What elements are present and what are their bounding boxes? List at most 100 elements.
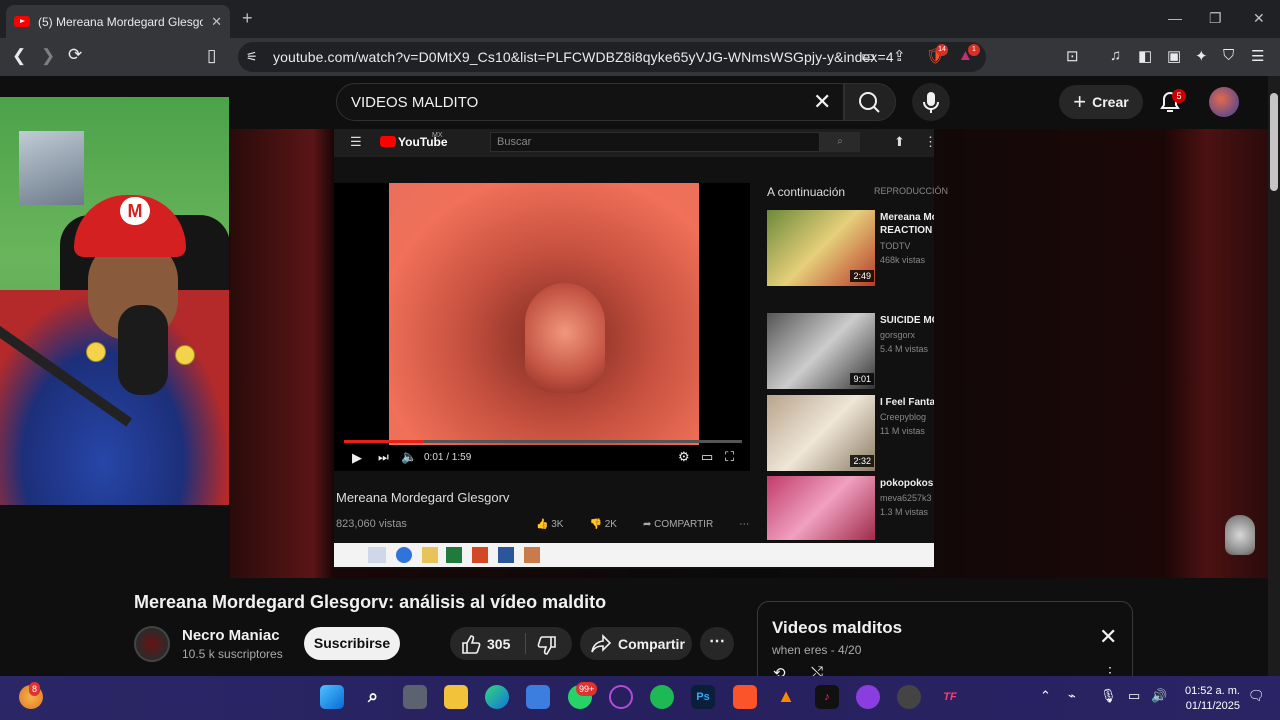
embedded-recommendation: 2:49 Mereana Mo REACTION - I TODTV 468k … [767,210,934,286]
embedded-play-icon: ▶ [352,450,362,465]
more-actions-button[interactable]: ⋯ [700,627,734,660]
clock-date: 01/11/2025 [1185,700,1240,712]
network-icon[interactable]: ⌁ [1068,688,1076,704]
recommendation-views: 468k vistas [880,255,926,265]
reload-icon[interactable]: ⟳ [68,45,82,65]
new-tab-icon[interactable]: + [242,8,253,29]
forward-icon[interactable]: ❯ [41,46,55,66]
embedded-autoplay: REPRODUCCIÓN [874,186,949,196]
video-title: Mereana Mordegard Glesgorv: análisis al … [134,592,607,612]
notification-center-icon[interactable]: 🗨 [1248,688,1265,704]
recommendation-title: Mereana Mo [880,212,934,223]
cast-icon[interactable]: ▭ [861,47,875,65]
embedded-upload-icon: ⬆ [894,134,905,149]
embedded-settings-icon: ⚙ [678,449,690,464]
recommendation-channel: gorsgorx [880,330,916,340]
webcam-overlay: M [0,97,229,505]
recommendation-views: 11 M vistas [880,426,925,436]
store-icon[interactable] [526,685,550,709]
tab-close-icon[interactable]: ✕ [211,14,222,30]
file-explorer-icon[interactable] [444,685,468,709]
tray-overflow-icon[interactable]: ⌃ [1040,688,1051,704]
close-window-icon[interactable]: ✕ [1253,10,1265,27]
webcam-overall-button [175,345,195,365]
volume-icon[interactable]: 🔊 [1151,688,1167,704]
embedded-next-icon: ⏭ [378,450,389,464]
taskbar-search-icon[interactable]: ⌕ [361,685,385,709]
recommendation-title: I Feel Fantas [880,397,934,408]
create-button[interactable]: + Crear [1059,85,1143,119]
like-count: 305 [487,636,511,652]
search-button[interactable] [844,83,896,121]
sidebar-icon[interactable]: ◧ [1138,47,1152,65]
dislike-button[interactable] [536,635,558,662]
browser-tab-active[interactable]: (5) Mereana Mordegard Glesgorv ✕ [6,5,230,38]
task-view-icon[interactable] [403,685,427,709]
clear-search-icon[interactable]: ✕ [813,89,831,115]
playlist-close-icon[interactable]: ✕ [1099,624,1117,650]
embedded-apps-icon: ⋮ [924,134,937,149]
clock-time: 01:52 a. m. [1184,685,1240,697]
recommendation-views: 1.3 M vistas [880,507,929,517]
playlist-subtitle: when eres - 4/20 [772,643,862,657]
leo-ai-icon[interactable]: ✦ [1195,47,1208,65]
browser-menu-icon[interactable]: ☰ [1251,47,1264,65]
plus-icon: + [1073,89,1087,114]
bookmark-icon[interactable]: ▯ [207,46,216,66]
taskbar-clock[interactable]: 01:52 a. m. 01/11/2025 [1176,684,1240,714]
display-icon[interactable]: ▭ [1128,688,1140,704]
windows-start-icon[interactable] [320,685,344,709]
channel-avatar[interactable] [134,626,170,662]
reader-mode-icon[interactable]: ⊡ [1066,47,1079,65]
share-label: Compartir [618,636,685,652]
embedded-progress-fill [344,440,424,443]
recommendation-duration: 2:32 [850,455,874,467]
edge-icon[interactable] [485,685,509,709]
search-icon [859,92,880,113]
photoshop-icon[interactable]: Ps [691,685,715,709]
thumbs-down-icon [537,636,556,655]
scrollbar-thumb[interactable] [1270,93,1278,191]
media-icon[interactable]: ♫ [1110,47,1121,64]
create-label: Crear [1092,94,1129,110]
windows-taskbar [0,676,1280,720]
wallet-icon[interactable]: ▣ [1167,47,1181,65]
channel-name[interactable]: Necro Maniac [182,627,280,644]
brave-rewards-badge: 1 [968,44,980,56]
recommendation-title-line2: REACTION - I [880,225,934,236]
recommendation-channel: Creepyblog [880,412,927,422]
tiktok-icon[interactable]: ♪ [815,685,839,709]
embedded-up-next: A continuación [767,185,846,199]
tray-mic-icon[interactable]: 🎙 [1100,688,1117,704]
embedded-menu-icon: ☰ [350,134,362,149]
embedded-word-icon [498,547,514,563]
site-info-icon[interactable]: ⚟ [246,49,258,65]
tf-app-icon[interactable]: TF [938,685,962,709]
embedded-powerpoint-icon [472,547,488,563]
vpn-icon[interactable]: ⛉ [1223,47,1234,64]
embedded-youtube-logo-icon [380,136,396,147]
microphone-icon [923,92,939,113]
like-button[interactable] [460,633,482,660]
weather-badge: 8 [29,682,41,696]
minimize-icon[interactable]: — [1168,10,1182,26]
embedded-recommendation: 9:01 SUICIDE MOU gorsgorx 5.4 M vistas [767,313,934,389]
share-page-icon[interactable]: ⇪ [893,47,906,65]
back-icon[interactable]: ❮ [12,46,26,66]
webcam-cap-emblem: M [120,197,150,225]
obs-icon[interactable] [897,685,921,709]
opera-gx-icon[interactable] [609,685,633,709]
account-avatar[interactable] [1209,87,1239,117]
spotify-icon[interactable] [650,685,674,709]
vlc-icon[interactable]: ▲ [774,685,798,709]
embedded-chrome-icon [368,547,386,563]
brave-icon[interactable] [733,685,757,709]
subscribe-button[interactable]: Suscribirse [304,627,400,660]
maximize-icon[interactable]: ❐ [1209,10,1222,27]
playlist-title[interactable]: Videos malditos [772,618,902,638]
recommendation-title: pokopokosho [880,478,934,489]
like-divider [525,633,526,654]
cursed-face-image [525,283,605,393]
voice-search-button[interactable] [912,83,950,121]
app-icon[interactable] [856,685,880,709]
